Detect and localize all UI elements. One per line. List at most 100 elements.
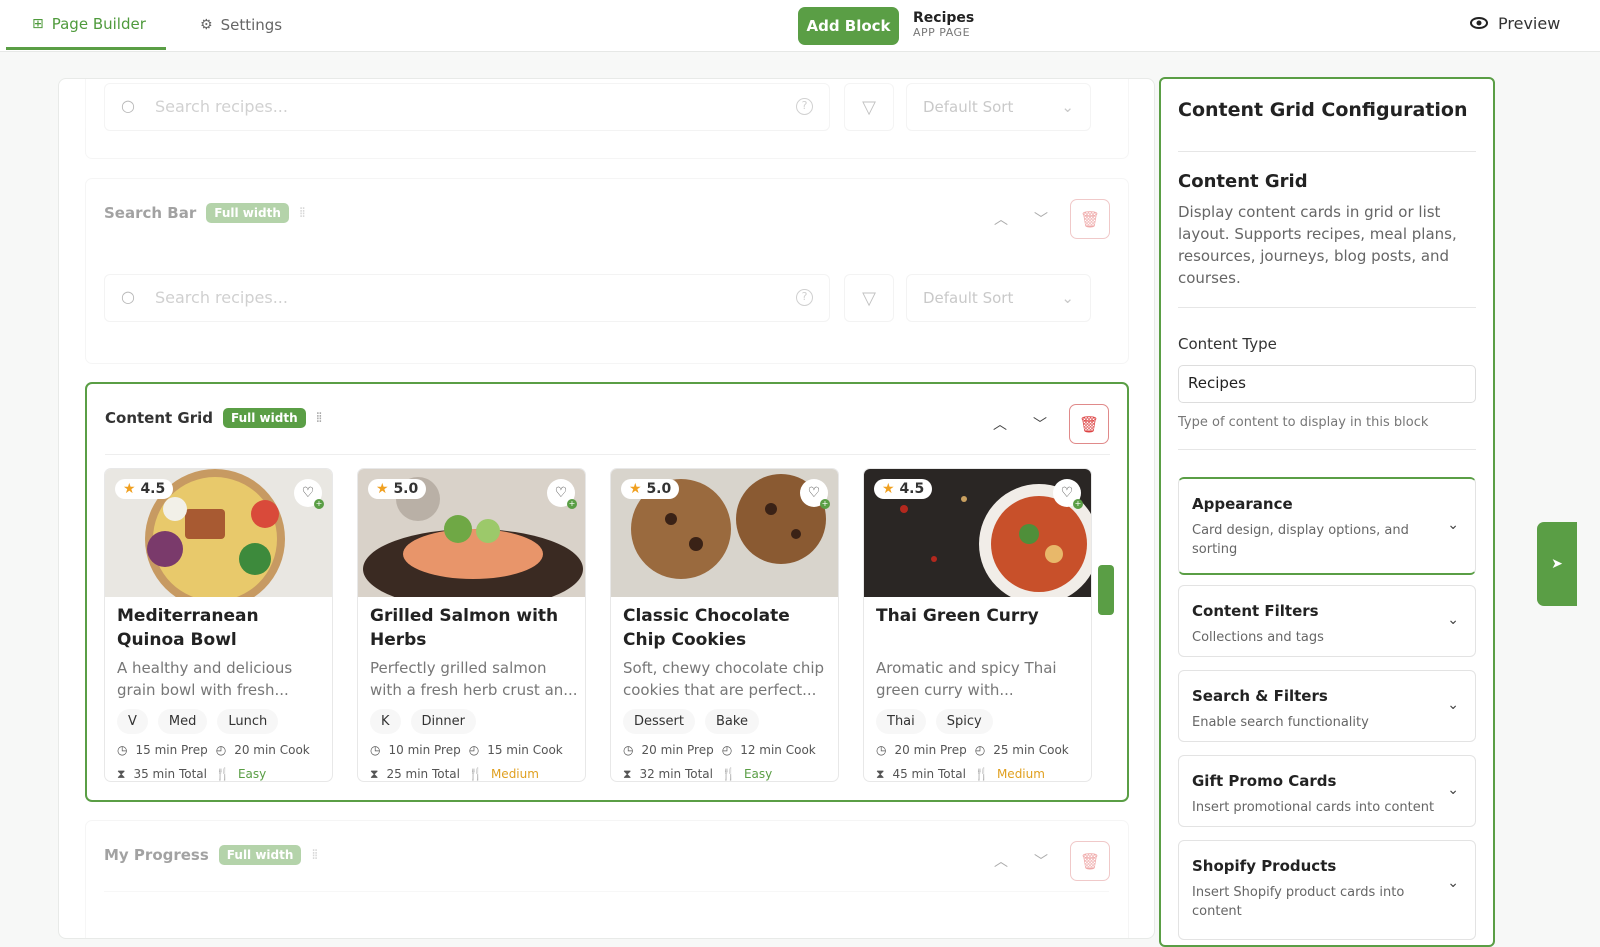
preview-button[interactable]: Preview [1470,14,1560,33]
favorite-button[interactable]: ♡ + [800,479,830,509]
block-content-grid[interactable]: Content Grid Full width ⁞⁞ ︿ ﹀ 🗑 ★ 4.5 ♡… [85,382,1129,802]
utensils-icon: 🍴 [468,767,483,781]
cursor-icon: ➤ [1551,556,1563,572]
favorite-button[interactable]: ♡ + [547,479,577,509]
timer-icon: ◴ [974,743,986,757]
hourglass-icon: ⧗ [623,767,632,781]
delete-button[interactable]: 🗑 [1069,404,1109,444]
add-block-button[interactable]: Add Block [798,7,899,45]
block-search-bar[interactable]: Search Bar Full width ⁞⁞ ︿ ﹀ 🗑 ○ Search … [85,178,1129,364]
accordion-gift-promo[interactable]: Gift Promo Cards Insert promotional card… [1178,755,1476,827]
block-controls: ︿ ﹀ 🗑 [989,404,1109,444]
search-input[interactable]: ○ Search recipes... ? [104,83,830,131]
utensils-icon: 🍴 [974,767,989,781]
tag: Spicy [935,709,993,734]
clock-icon: ◷ [623,743,634,757]
prep-time: 10 min Prep [388,743,461,757]
grid-icon: ⊞ [32,15,44,32]
heart-icon: ♡ [301,485,315,501]
timer-icon: ◴ [215,743,227,757]
chevron-down-icon: ⌄ [1447,517,1459,533]
help-icon[interactable]: ? [796,98,813,115]
sort-select[interactable]: Default Sort ⌄ [906,274,1091,322]
chevron-down-icon: ⌄ [1447,612,1459,628]
move-up-button[interactable]: ︿ [989,414,1011,434]
delete-button[interactable]: 🗑 [1070,841,1110,881]
chevron-down-icon: ⌄ [1061,289,1074,307]
accordion-content-filters[interactable]: Content Filters Collections and tags ⌄ [1178,585,1476,657]
favorite-button[interactable]: ♡ + [294,479,324,509]
total-row: ⧗ 45 min Total 🍴 Medium [876,767,1045,781]
total-time: 45 min Total [892,767,966,781]
clock-icon: ◷ [370,743,381,757]
tab-page-builder[interactable]: ⊞ Page Builder [6,0,166,50]
time-row: ◷ 15 min Prep ◴ 20 min Cook [117,743,310,757]
chevron-down-icon: ⌄ [1447,782,1459,798]
tag: Bake [705,709,759,734]
resize-handle[interactable] [1098,565,1114,615]
content-type-field[interactable]: Recipes [1178,365,1476,403]
tag: Dinner [410,709,476,734]
block-my-progress[interactable]: My Progress Full width ⁞⁞ ︿ ﹀ 🗑 [85,820,1129,938]
trash-icon: 🗑 [1079,209,1101,229]
difficulty: Medium [996,767,1045,781]
star-icon: ★ [376,481,389,497]
page-title: Recipes [913,10,975,26]
rating-badge: ★ 4.5 [115,479,174,499]
clock-icon: ◷ [117,743,128,757]
filter-button[interactable]: ▽ [844,274,894,322]
timer-icon: ◴ [468,743,480,757]
prep-time: 15 min Prep [135,743,208,757]
recipe-desc: Aromatic and spicy Thai green curry with… [876,659,1057,699]
plus-icon: + [820,499,830,509]
total-row: ⧗ 32 min Total 🍴 Easy [623,767,772,781]
move-down-button[interactable]: ﹀ [1030,851,1052,871]
accordion-appearance[interactable]: Appearance Card design, display options,… [1178,477,1476,575]
accordion-title: Shopify Products [1192,857,1337,875]
star-icon: ★ [882,481,895,497]
recipe-card[interactable]: ★ 4.5 ♡ + Thai Green Curry Aromatic and s… [863,468,1092,782]
move-up-button[interactable]: ︿ [990,851,1012,871]
accordion-desc: Insert promotional cards into content [1192,800,1435,815]
plus-icon: + [1073,499,1083,509]
block-header: My Progress Full width ⁞⁞ [104,845,318,865]
favorite-button[interactable]: ♡ + [1053,479,1083,509]
recipe-card[interactable]: ★ 5.0 ♡ + Grilled Salmon with Herbs Perfe… [357,468,586,782]
sort-value: Default Sort [923,289,1014,307]
accordion-shopify-products[interactable]: Shopify Products Insert Shopify product … [1178,840,1476,940]
rating-value: 4.5 [899,481,925,497]
tab-settings[interactable]: ⚙ Settings [200,0,282,50]
accordion-title: Content Filters [1192,602,1319,620]
rating-value: 4.5 [140,481,166,497]
recipe-card[interactable]: ★ 4.5 ♡ + Mediterranean Quinoa Bowl A hea… [104,468,333,782]
search-icon: ○ [121,96,135,115]
accordion-title: Search & Filters [1192,687,1328,705]
cook-time: 15 min Cook [487,743,563,757]
drag-handle-icon[interactable]: ⁞⁞ [299,205,306,221]
search-input[interactable]: ○ Search recipes... ? [104,274,830,322]
eye-icon [1470,14,1488,33]
drag-handle-icon[interactable]: ⁞⁞ [316,410,323,426]
recipe-card[interactable]: ★ 5.0 ♡ + Classic Chocolate Chip Cookies … [610,468,839,782]
search-icon: ○ [121,287,135,306]
hourglass-icon: ⧗ [876,767,885,781]
chevron-down-icon: ⌄ [1061,98,1074,116]
move-up-button[interactable]: ︿ [990,209,1012,229]
tab-label: Page Builder [51,14,146,33]
move-down-button[interactable]: ﹀ [1029,414,1051,434]
side-panel-tab[interactable]: ➤ [1537,522,1577,606]
heart-icon: ♡ [807,485,821,501]
tag-list: Dessert Bake [623,709,759,734]
sort-select[interactable]: Default Sort ⌄ [906,83,1091,131]
delete-button[interactable]: 🗑 [1070,199,1110,239]
block-header: Content Grid Full width ⁞⁞ [105,408,323,428]
difficulty: Medium [490,767,539,781]
accordion-search-filters[interactable]: Search & Filters Enable search functiona… [1178,670,1476,742]
filter-button[interactable]: ▽ [844,83,894,131]
drag-handle-icon[interactable]: ⁞⁞ [311,847,318,863]
divider [1178,307,1476,308]
total-row: ⧗ 25 min Total 🍴 Medium [370,767,539,781]
help-icon[interactable]: ? [796,289,813,306]
move-down-button[interactable]: ﹀ [1030,209,1052,229]
block-search-top[interactable]: ○ Search recipes... ? ▽ Default Sort ⌄ [85,79,1129,159]
